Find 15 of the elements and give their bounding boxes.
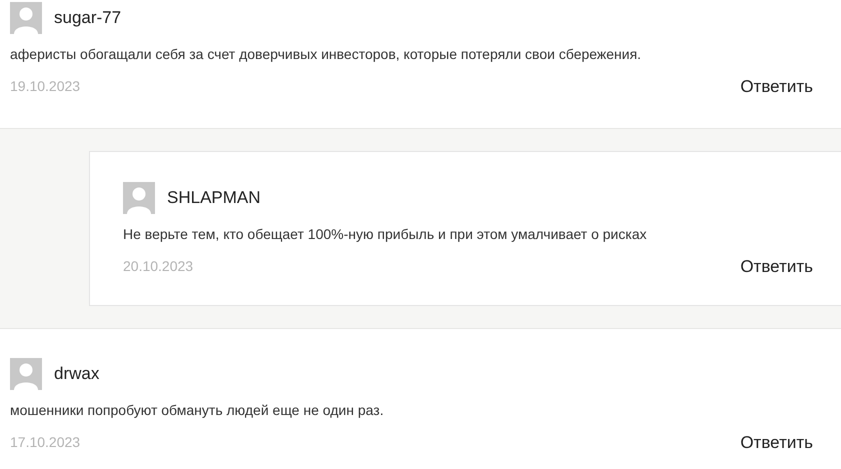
reply-link[interactable]: Ответить bbox=[740, 254, 813, 279]
comment-author: drwax bbox=[54, 363, 100, 386]
comment-text: аферисты обогащали себя за счет доверчивых инвесторов, которые потеряли свои сбережения. bbox=[10, 45, 642, 64]
reply-link[interactable]: Ответить bbox=[740, 74, 813, 100]
comment-text: Не верьте тем, кто обещает 100%-ную прибыль и при этом умалчивает о рисках bbox=[123, 224, 648, 244]
avatar-icon bbox=[10, 358, 42, 390]
comment-date: 19.10.2023 bbox=[10, 77, 80, 96]
comment-date: 20.10.2023 bbox=[123, 256, 194, 276]
comment-text: мошенники попробуют обмануть людей еще не один раз. bbox=[10, 401, 385, 420]
avatar-icon bbox=[10, 2, 42, 34]
comment-author: SHLAPMAN bbox=[167, 186, 261, 209]
avatar-icon bbox=[123, 182, 155, 214]
comment-author: sugar-77 bbox=[54, 7, 122, 30]
comment-date: 17.10.2023 bbox=[10, 433, 80, 452]
reply-link[interactable]: Ответить bbox=[740, 430, 813, 456]
